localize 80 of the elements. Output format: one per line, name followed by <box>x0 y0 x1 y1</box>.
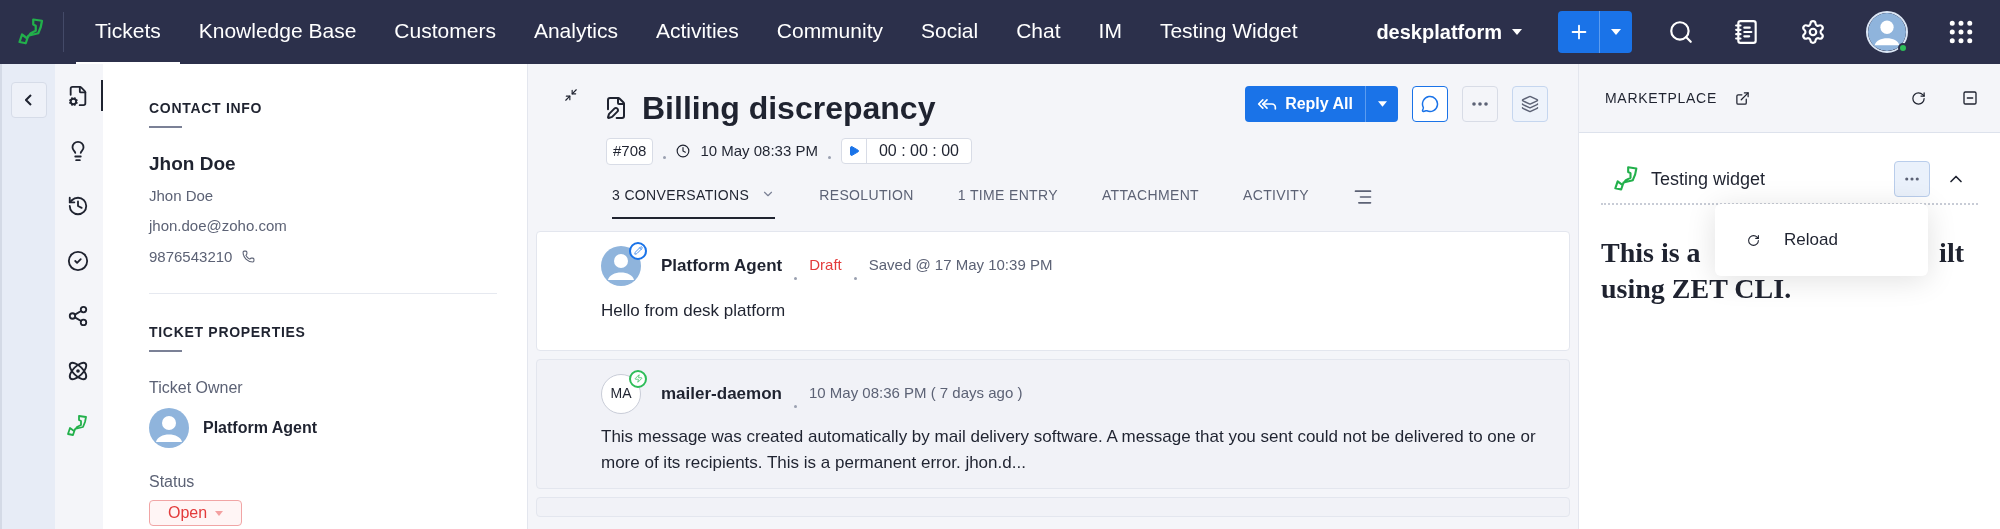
message-meta: Saved @ 17 May 10:39 PM <box>868 255 1053 276</box>
reload-icon <box>1747 233 1760 247</box>
nav-tab[interactable]: IM <box>1079 0 1141 64</box>
external-link-icon[interactable] <box>1734 90 1750 106</box>
check-circle-icon <box>67 249 89 272</box>
add-button[interactable] <box>1558 11 1632 53</box>
share-icon <box>67 304 89 327</box>
nav-tab[interactable]: Social <box>902 0 998 64</box>
ticket-tab[interactable]: RESOLUTION <box>819 184 914 219</box>
contact-phone: 9876543210 <box>149 246 233 267</box>
search-icon[interactable] <box>1668 19 1694 45</box>
reply-all-button[interactable]: Reply All <box>1245 86 1398 122</box>
avatar-icon <box>149 408 189 448</box>
bolt-badge-icon <box>629 369 647 388</box>
field-label: Status <box>149 472 196 492</box>
created-time: 10 May 08:33 PM <box>700 141 818 161</box>
initials-avatar: MA <box>601 373 641 414</box>
contact-fullname: Jhon Doe <box>149 185 215 206</box>
minimize-square-icon[interactable] <box>1962 90 1978 106</box>
field-label: Ticket Owner <box>149 378 244 398</box>
nav-tab[interactable]: Customers <box>375 0 515 64</box>
status-dropdown[interactable]: Open <box>149 500 243 526</box>
author-name: mailer-daemon <box>661 382 782 405</box>
history-icon <box>67 194 89 217</box>
nav-tab[interactable]: Chat <box>997 0 1080 64</box>
message-body: This message was created automatically by mail delivery software. A message that you sent could not be delivered to one or more of its recipients. This is a permanent error. jhon.d... <box>601 425 1537 474</box>
ticket-icon <box>604 96 628 120</box>
collapse-button[interactable] <box>10 82 47 118</box>
section-heading: TICKET PROPERTIES <box>149 323 307 342</box>
message-body: Hello from desk platform <box>601 299 787 322</box>
avatar-icon <box>601 245 641 286</box>
chevron-left-icon <box>25 94 32 106</box>
clock-icon <box>676 144 691 159</box>
layers-button[interactable] <box>1512 86 1548 122</box>
timer-value: 00 : 00 : 00 <box>877 141 960 162</box>
menu-item[interactable]: Reload <box>1715 227 1928 253</box>
ticket-number: #708 <box>606 138 654 165</box>
ticket-tab[interactable]: 1 TIME ENTRY <box>957 184 1058 219</box>
widget-text: using ZET CLI. <box>1601 273 1792 304</box>
minimize-icon[interactable] <box>564 88 578 102</box>
comment-button[interactable] <box>1412 86 1448 122</box>
refresh-icon[interactable] <box>1911 90 1926 106</box>
nav-tab[interactable]: Community <box>757 0 902 64</box>
section-heading: CONTACT INFO <box>149 99 264 118</box>
phone-icon[interactable] <box>242 250 256 264</box>
caret-icon <box>1512 29 1522 35</box>
nav-tab[interactable]: Knowledge Base <box>179 0 376 64</box>
ticket-title: Billing discrepancy <box>642 89 936 128</box>
notes-icon[interactable] <box>1734 19 1760 45</box>
widget-text: ilt <box>1939 236 1964 270</box>
ticket-tab[interactable]: 3 CONVERSATIONS <box>612 184 776 219</box>
caret-icon <box>1377 101 1387 107</box>
pencil-badge-icon <box>629 241 647 260</box>
widget-title: Testing widget <box>1651 167 1766 191</box>
portal-switcher[interactable]: deskplatform <box>1376 17 1522 47</box>
caret-icon <box>1611 29 1621 35</box>
nav-tab[interactable]: Activities <box>636 0 758 64</box>
settings-icon[interactable] <box>1800 19 1826 45</box>
widget-text: This is a <box>1601 236 1701 270</box>
nav-tab[interactable]: Testing Widget <box>1140 0 1317 64</box>
logo-icon <box>66 413 90 438</box>
comment-icon <box>1421 95 1439 113</box>
avatar-icon <box>1866 11 1908 53</box>
ticket-tab[interactable]: ATTACHMENT <box>1101 184 1199 219</box>
more-icon <box>1472 102 1488 106</box>
play-icon[interactable] <box>847 145 860 158</box>
contact-name: Jhon Doe <box>149 152 237 176</box>
atom-icon <box>67 359 89 382</box>
marketplace-heading: MARKETPLACE <box>1605 88 1717 108</box>
layers-icon <box>1521 95 1539 113</box>
author-name: Platform Agent <box>661 254 783 277</box>
message-meta: 10 May 08:36 PM ( 7 days ago ) <box>808 383 1023 404</box>
nav-tab[interactable]: Analytics <box>514 0 637 64</box>
file-gear-icon <box>67 84 89 107</box>
contact-email: jhon.doe@zoho.com <box>149 216 288 236</box>
ticket-tab[interactable]: ACTIVITY <box>1243 184 1309 219</box>
caret-icon <box>215 510 224 516</box>
more-icon <box>1905 177 1919 181</box>
draft-label: Draft <box>809 255 842 276</box>
owner-name: Platform Agent <box>203 418 318 438</box>
